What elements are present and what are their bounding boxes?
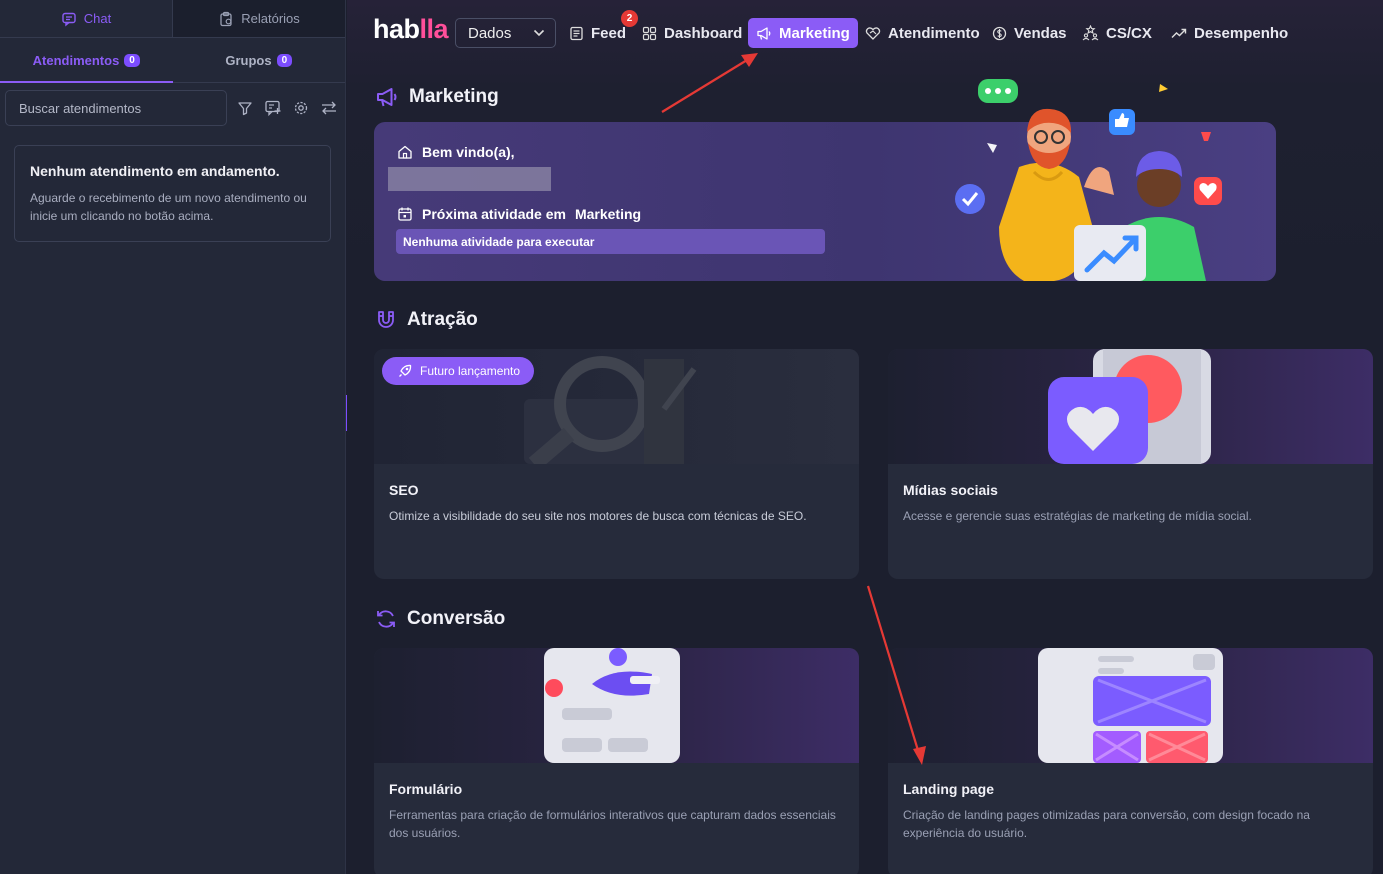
star-people-icon: [1082, 25, 1099, 41]
nav-dashboard[interactable]: Dashboard: [634, 18, 750, 48]
social-heart-illustration: [1048, 349, 1211, 464]
nav-feed-label: Feed: [591, 24, 627, 42]
filter-icon[interactable]: [235, 98, 255, 118]
calendar-icon: [398, 207, 412, 221]
landing-page-card-image: [888, 648, 1373, 763]
feed-icon: [570, 26, 583, 40]
handshake-heart-icon: [865, 26, 881, 40]
habla-logo[interactable]: hablla: [373, 14, 449, 45]
tab-reports-label: Relatórios: [241, 11, 300, 26]
tab-chat-label: Chat: [83, 11, 112, 26]
nav-vendas[interactable]: Vendas: [984, 18, 1075, 48]
megaphone-icon: [377, 88, 397, 107]
nav-dashboard-label: Dashboard: [664, 24, 743, 42]
seo-magnifier-illustration: [524, 356, 697, 464]
social-media-card-description: Acesse e gerencie suas estratégias de ma…: [903, 509, 1252, 523]
seo-card[interactable]: Futuro lançamento SEO Otimize a visibili…: [374, 349, 859, 579]
section-attraction-text: Atração: [407, 309, 478, 330]
search-row: [0, 83, 345, 126]
data-select-value: Dados: [468, 24, 512, 42]
tab-attendances[interactable]: Atendimentos 0: [0, 38, 173, 83]
clipboard-icon: [220, 11, 232, 26]
nav-desempenho[interactable]: Desempenho: [1163, 18, 1296, 48]
empty-state-title: Nenhum atendimento em andamento.: [30, 163, 280, 179]
landing-page-card[interactable]: Landing page Criação de landing pages ot…: [888, 648, 1373, 874]
landing-page-card-title: Landing page: [903, 781, 994, 797]
search-input[interactable]: [5, 90, 227, 126]
form-card-title: Formulário: [389, 781, 463, 797]
swap-arrows-icon[interactable]: [319, 98, 339, 118]
next-activity-row: Próxima atividade em Marketing: [397, 206, 641, 222]
social-media-card-image: [888, 349, 1373, 464]
trend-up-icon: [1171, 28, 1187, 38]
nav-cscx[interactable]: CS/CX: [1074, 18, 1160, 48]
welcome-banner: Bem vindo(a), Próxima atividade em Marke…: [374, 79, 1276, 281]
page-title: Marketing: [375, 86, 499, 108]
seo-card-description: Otimize a visibilidade do seu site nos m…: [389, 509, 807, 523]
no-activity-text: Nenhuma atividade para executar: [403, 234, 595, 249]
landing-page-card-description: Criação de landing pages otimizadas para…: [903, 808, 1310, 840]
nav-feed[interactable]: Feed 2: [561, 10, 639, 48]
next-activity-module: Marketing: [574, 206, 642, 222]
social-media-card[interactable]: Mídias sociais Acesse e gerencie suas es…: [888, 349, 1373, 579]
welcome-greeting: Bem vindo(a),: [422, 144, 515, 160]
section-attraction-title: Atração: [375, 309, 478, 331]
marketing-team-illustration: [955, 79, 1222, 281]
seo-card-image: Futuro lançamento: [374, 349, 859, 464]
chat-sidebar: Chat Relatórios Atendimentos 0 Grupos 0: [0, 0, 346, 874]
tab-groups-label: Grupos: [225, 52, 272, 68]
no-activity-bar: Nenhuma atividade para executar: [396, 229, 825, 254]
logo-text-main: hab: [373, 14, 420, 44]
dashboard-grid-icon: [642, 26, 657, 40]
chat-icon: [62, 12, 76, 26]
magnet-icon: [378, 311, 394, 328]
nav-atendimento[interactable]: Atendimento: [857, 18, 988, 48]
tab-chat[interactable]: Chat: [0, 0, 172, 37]
tab-reports[interactable]: Relatórios: [172, 0, 345, 37]
page-title-text: Marketing: [409, 86, 499, 107]
future-release-label: Futuro lançamento: [420, 364, 521, 378]
tab-groups[interactable]: Grupos 0: [173, 38, 346, 82]
main-area: hablla Dados Feed 2 Dashboard Marketing …: [347, 0, 1383, 874]
seo-card-title: SEO: [389, 482, 419, 498]
form-card-image: [374, 648, 859, 763]
megaphone-icon: [757, 26, 771, 40]
sidebar-top-tabs: Chat Relatórios: [0, 0, 345, 38]
logo-text-accent: lla: [419, 14, 449, 44]
welcome-greeting-row: Bem vindo(a),: [397, 144, 515, 160]
money-coin-icon: [992, 26, 1007, 40]
rocket-icon: [399, 364, 412, 377]
nav-cscx-label: CS/CX: [1106, 24, 1152, 42]
groups-count-badge: 0: [276, 53, 293, 67]
nav-vendas-label: Vendas: [1014, 24, 1067, 42]
section-conversion-title: Conversão: [375, 608, 505, 630]
new-message-icon[interactable]: [263, 98, 283, 118]
form-document-illustration: [544, 648, 680, 763]
tab-attendances-label: Atendimentos: [32, 52, 120, 68]
social-media-card-title: Mídias sociais: [903, 482, 998, 498]
redacted-username: [388, 167, 551, 191]
chevron-down-icon: [533, 29, 545, 37]
data-select[interactable]: Dados: [455, 18, 556, 48]
top-navigation: hablla Dados Feed 2 Dashboard Marketing …: [347, 0, 1383, 66]
section-conversion-text: Conversão: [407, 608, 506, 629]
nav-desempenho-label: Desempenho: [1194, 24, 1289, 42]
empty-state-card: Nenhum atendimento em andamento. Aguarde…: [14, 145, 331, 242]
landing-page-illustration: [1038, 648, 1223, 763]
next-activity-label: Próxima atividade em: [422, 206, 566, 222]
future-release-badge: Futuro lançamento: [382, 357, 535, 385]
refresh-cycle-icon: [377, 610, 395, 628]
sidebar-sub-tabs: Atendimentos 0 Grupos 0: [0, 38, 345, 83]
settings-icon[interactable]: [291, 98, 311, 118]
home-icon: [398, 145, 412, 159]
nav-marketing[interactable]: Marketing: [748, 18, 858, 48]
nav-marketing-label: Marketing: [779, 24, 850, 42]
attendances-count-badge: 0: [124, 53, 140, 67]
form-card[interactable]: Formulário Ferramentas para criação de f…: [374, 648, 859, 874]
empty-state-text: Aguarde o recebimento de um novo atendim…: [30, 191, 307, 223]
form-card-description: Ferramentas para criação de formulários …: [389, 808, 836, 840]
nav-atendimento-label: Atendimento: [888, 24, 980, 42]
